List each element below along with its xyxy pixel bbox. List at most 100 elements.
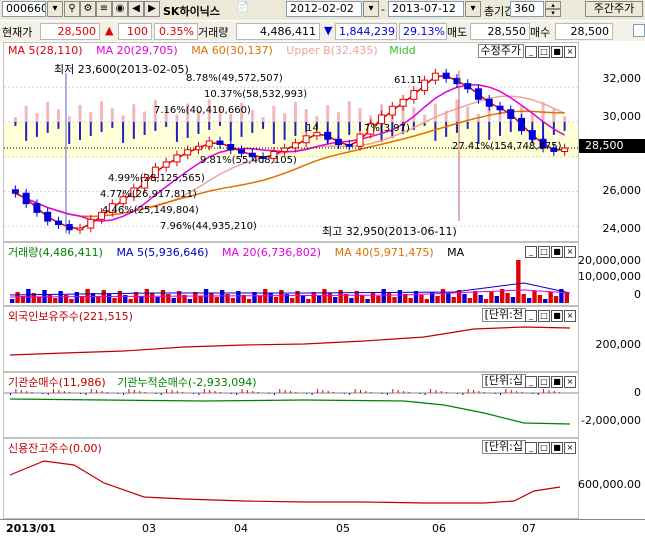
candle-body <box>474 88 482 100</box>
candle-body <box>281 147 289 152</box>
volume-bar <box>473 291 478 303</box>
minimize-icon[interactable]: _ <box>525 442 537 454</box>
institution-net-bar <box>236 393 238 395</box>
institution-net-bar <box>553 391 555 393</box>
volume-bar <box>300 295 306 303</box>
profile-bar-down <box>14 121 17 126</box>
start-date-dropdown[interactable]: ▾ <box>363 1 379 17</box>
stock-code-input[interactable]: 000660 <box>2 1 46 17</box>
close-icon[interactable]: × <box>564 246 576 258</box>
volume-change-pct: 29.13% <box>399 23 447 40</box>
maximize-icon[interactable]: ■ <box>551 246 563 258</box>
institution-net-bar <box>473 390 475 393</box>
minimize-icon[interactable]: _ <box>525 310 537 322</box>
volume-bar <box>10 299 15 303</box>
volume-bar <box>564 293 569 303</box>
profile-bar-down <box>186 121 189 138</box>
volume-bar <box>521 294 526 303</box>
credit-legend: 신용잔고주수(0.00) <box>8 442 102 455</box>
candle-body <box>442 72 450 79</box>
period-up[interactable]: ▴ <box>545 1 561 9</box>
institution-net-bar <box>392 389 394 393</box>
profile-bar-up <box>293 101 297 122</box>
profile-bar-down <box>197 121 200 134</box>
minimize-icon[interactable]: _ <box>525 246 537 258</box>
period-input[interactable]: 360 <box>510 1 544 17</box>
profile-bar-down <box>412 121 415 130</box>
profile-bar-up <box>272 105 276 122</box>
profile-bar-up <box>433 103 437 122</box>
institution-net-bar <box>171 390 173 393</box>
restore-icon[interactable]: □ <box>538 246 550 258</box>
maximize-icon[interactable]: ■ <box>551 442 563 454</box>
institution-net-bar <box>257 392 259 393</box>
stock-name: SK하이닉스 <box>163 5 220 18</box>
volume-bar <box>446 293 451 303</box>
up-arrow-icon: ▲ <box>105 24 114 37</box>
maximize-icon[interactable]: ■ <box>551 376 563 388</box>
start-date-input[interactable]: 2012-02-02 <box>286 1 362 17</box>
volume-bar <box>526 298 532 303</box>
profile-bar-up <box>56 109 60 122</box>
candle-body <box>496 105 504 111</box>
profile-bar-down <box>68 121 71 144</box>
close-icon[interactable]: × <box>564 46 576 58</box>
institution-net-bar <box>521 392 523 393</box>
profile-bar-down <box>272 121 275 144</box>
end-date-dropdown[interactable]: ▾ <box>465 1 481 17</box>
period-down[interactable]: ▾ <box>545 9 561 17</box>
institution-net-bar <box>327 391 329 393</box>
volume-panel-controls: _ □ ■ × <box>524 244 576 258</box>
volume-bar <box>349 298 354 303</box>
profile-bar-up <box>132 104 136 122</box>
volume-bar <box>553 296 559 303</box>
close-icon[interactable]: × <box>564 310 576 322</box>
candle-body <box>388 105 396 116</box>
restore-icon[interactable]: □ <box>538 376 550 388</box>
volume-bar <box>290 298 295 303</box>
volume-bar <box>338 290 343 303</box>
adjusted-price-toggle[interactable]: 수정주가 <box>477 44 524 58</box>
minimize-icon[interactable]: _ <box>525 46 537 58</box>
institution-net-bar <box>220 392 221 393</box>
institution-net-bar <box>483 392 485 393</box>
gear-icon[interactable]: ⚙ <box>80 1 96 17</box>
weekly-price-button[interactable]: 주간주가 <box>585 1 643 17</box>
profile-bar-up <box>358 108 362 122</box>
next-icon[interactable]: ▶ <box>144 1 160 17</box>
x-label: 05 <box>336 522 350 535</box>
volume-bar <box>128 299 133 303</box>
minimize-icon[interactable]: _ <box>525 376 537 388</box>
prev-icon[interactable]: ◀ <box>128 1 144 17</box>
institution-net-bar <box>290 391 291 393</box>
volume-bar <box>381 289 386 303</box>
restore-icon[interactable]: □ <box>538 310 550 322</box>
close-icon[interactable]: × <box>564 442 576 454</box>
profile-bar-down <box>165 121 168 127</box>
eye-icon[interactable]: ◉ <box>112 1 128 17</box>
institution-net-bar <box>198 393 200 395</box>
institution-net-bar <box>155 393 157 394</box>
profile-bar-up <box>110 108 114 122</box>
legend-inst-net: 기관순매수(11,986) <box>8 376 106 389</box>
credit-balance-panel: 신용잔고주수(0.00) [단위:십 _ □ ■ × <box>3 438 579 519</box>
volume-y-axis: 20,000,000 10,000,000 0 <box>578 242 645 306</box>
legend-volume: 거래량(4,486,411) <box>8 246 103 259</box>
search-icon[interactable]: ⚲ <box>64 1 80 17</box>
dropdown-button[interactable]: ▾ <box>47 1 63 17</box>
volume-bar <box>311 292 316 303</box>
profile-bar-down <box>283 121 286 140</box>
institution-panel: 기관순매수(11,986) 기관누적순매수(-2,933,094) [단위:십 … <box>3 372 579 438</box>
maximize-icon[interactable]: ■ <box>551 310 563 322</box>
search-toolbar: 000660 ▾ ⚲ ⚙ ≡ ◉ ◀ ▶ SK하이닉스 📄 2012-02-02… <box>0 0 645 20</box>
maximize-icon[interactable]: ■ <box>551 46 563 58</box>
profile-bar-up <box>46 101 50 122</box>
document-icon[interactable]: 📄 <box>235 1 251 17</box>
restore-icon[interactable]: □ <box>538 442 550 454</box>
option-checkbox[interactable] <box>633 24 645 37</box>
end-date-input[interactable]: 2013-07-12 <box>388 1 464 17</box>
close-icon[interactable]: × <box>564 376 576 388</box>
restore-icon[interactable]: □ <box>538 46 550 58</box>
list-icon[interactable]: ≡ <box>96 1 112 17</box>
fib-label-6: 4.77%(26,917,811) <box>100 189 197 200</box>
